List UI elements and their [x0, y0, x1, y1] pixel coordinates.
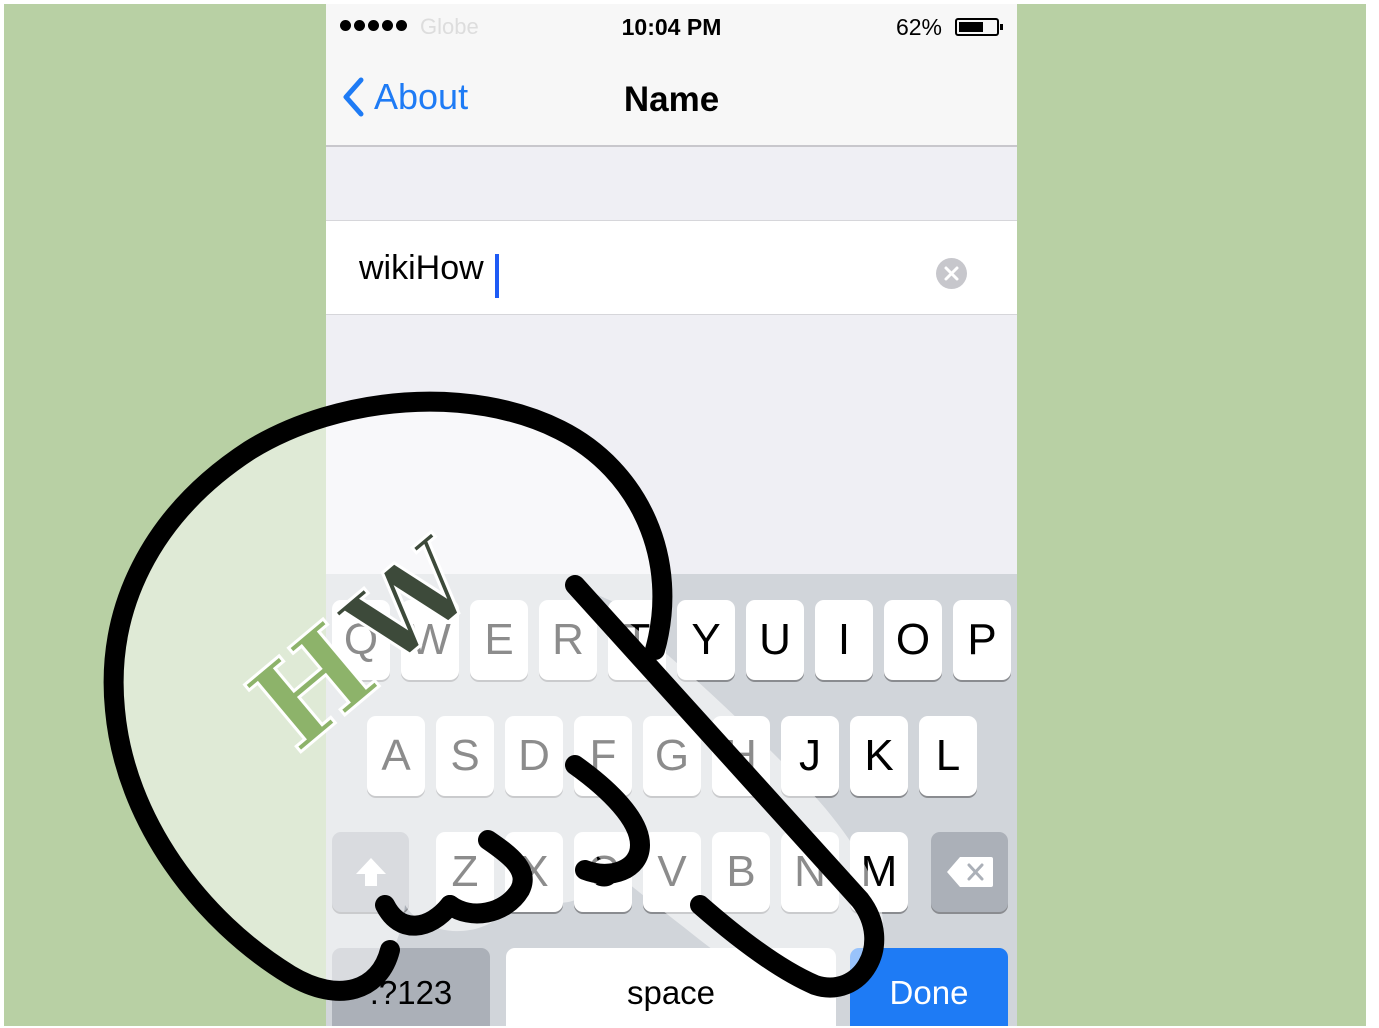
key-g[interactable]: G [643, 716, 701, 796]
key-w[interactable]: W [401, 600, 459, 680]
navigation-bar: About Name [326, 50, 1017, 147]
keyboard: Q W E R T Y U I O P A S D F G H J K L Z … [326, 574, 1017, 1026]
key-n[interactable]: N [781, 832, 839, 912]
space-key[interactable]: space [506, 948, 836, 1026]
numbers-key[interactable]: .?123 [332, 948, 490, 1026]
clear-button[interactable] [936, 258, 967, 289]
shift-key[interactable] [332, 832, 409, 912]
phone-screen: Globe 10:04 PM 62% About Name wikiHow Q … [326, 4, 1017, 1026]
key-k[interactable]: K [850, 716, 908, 796]
battery-percent: 62% [895, 14, 942, 40]
key-u[interactable]: U [746, 600, 804, 680]
key-r[interactable]: R [539, 600, 597, 680]
key-c[interactable]: C [574, 832, 632, 912]
battery-icon [955, 18, 1003, 36]
key-v[interactable]: V [643, 832, 701, 912]
key-x[interactable]: X [505, 832, 563, 912]
delete-key[interactable] [931, 832, 1008, 912]
text-caret [495, 254, 499, 298]
key-z[interactable]: Z [436, 832, 494, 912]
key-o[interactable]: O [884, 600, 942, 680]
clear-x-icon [944, 266, 959, 281]
key-f[interactable]: F [574, 716, 632, 796]
key-l[interactable]: L [919, 716, 977, 796]
page-title: Name [623, 80, 720, 119]
key-j[interactable]: J [781, 716, 839, 796]
key-h[interactable]: H [712, 716, 770, 796]
shift-arrow-icon [355, 858, 386, 886]
key-p[interactable]: P [953, 600, 1011, 680]
status-bar: Globe 10:04 PM 62% [326, 4, 1017, 50]
name-field[interactable]: wikiHow [326, 220, 1017, 315]
key-b[interactable]: B [712, 832, 770, 912]
key-d[interactable]: D [505, 716, 563, 796]
done-key[interactable]: Done [850, 948, 1008, 1026]
name-input[interactable]: wikiHow [359, 249, 484, 288]
key-q[interactable]: Q [332, 600, 390, 680]
key-a[interactable]: A [367, 716, 425, 796]
key-s[interactable]: S [436, 716, 494, 796]
key-m[interactable]: M [850, 832, 908, 912]
key-y[interactable]: Y [677, 600, 735, 680]
key-t[interactable]: T [608, 600, 666, 680]
key-i[interactable]: I [815, 600, 873, 680]
key-e[interactable]: E [470, 600, 528, 680]
backspace-icon [946, 857, 993, 887]
